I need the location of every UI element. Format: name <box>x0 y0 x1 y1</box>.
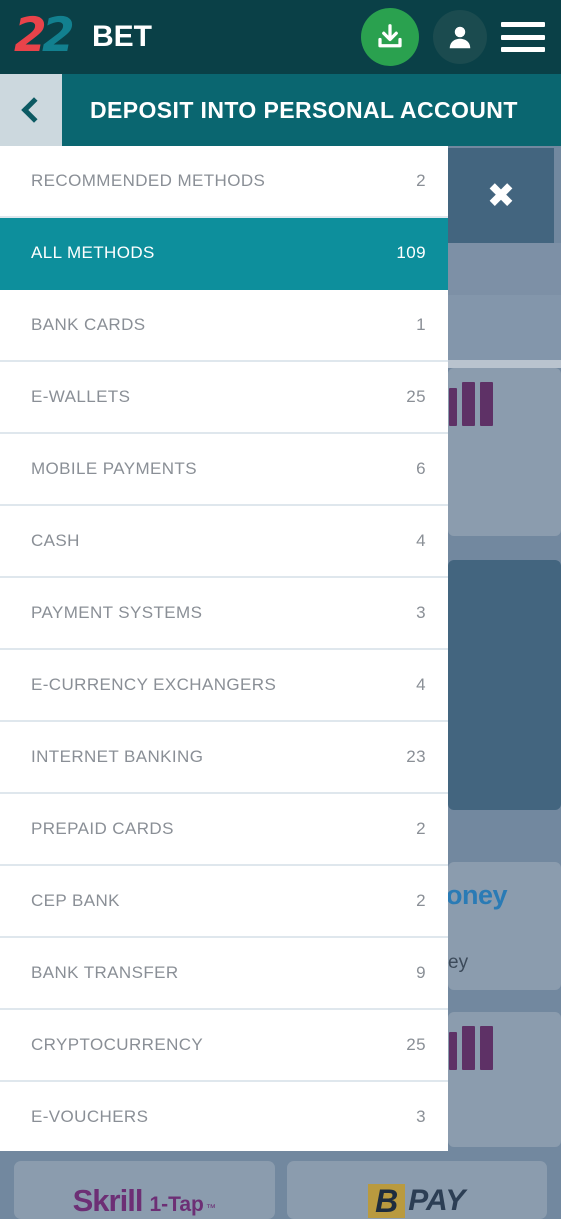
method-label: PAYMENT SYSTEMS <box>31 603 203 622</box>
method-label: BANK TRANSFER <box>31 963 179 982</box>
method-row[interactable]: ALL METHODS 109 <box>0 218 448 290</box>
method-count: 2 <box>416 819 426 838</box>
top-navigation-bar: 2 2 BET <box>0 0 561 74</box>
payment-tile-bpay[interactable]: B PAY <box>286 1161 547 1219</box>
payment-methods-panel[interactable]: RECOMMENDED METHODS 2 ALL METHODS 109 BANK C… <box>0 146 448 1151</box>
account-button[interactable] <box>433 10 487 64</box>
bpay-logo-icon: B PAY <box>368 1184 465 1218</box>
background-payment-card[interactable] <box>448 560 561 810</box>
method-row[interactable]: E-CURRENCY EXCHANGERS 4 <box>0 650 448 722</box>
method-count: 1 <box>416 315 426 334</box>
logo-digit-teal: 2 <box>42 8 75 63</box>
chevron-left-icon <box>21 97 47 123</box>
background-gap <box>448 810 561 862</box>
background-strip <box>448 295 561 360</box>
method-count: 3 <box>416 1107 426 1126</box>
method-row[interactable]: PAYMENT SYSTEMS 3 <box>0 578 448 650</box>
bpay-word: PAY <box>408 1184 466 1217</box>
back-button[interactable] <box>0 74 62 146</box>
method-row[interactable]: CEP BANK 2 <box>0 866 448 938</box>
deposit-button[interactable] <box>361 8 419 66</box>
download-icon <box>378 24 402 48</box>
hamburger-menu-button[interactable] <box>501 20 545 54</box>
skrill-logo-partial-icon <box>449 382 493 426</box>
method-row[interactable]: BANK TRANSFER 9 <box>0 938 448 1010</box>
method-label: ALL METHODS <box>31 243 155 262</box>
method-label: E-VOUCHERS <box>31 1107 149 1126</box>
nav-actions <box>361 8 561 66</box>
person-icon <box>449 26 471 49</box>
background-strip <box>448 243 561 295</box>
trademark-mark: ™ <box>205 1203 216 1214</box>
logo-wordmark: BET <box>92 20 152 53</box>
close-icon: ✖ <box>486 175 516 216</box>
background-close-button[interactable]: ✖ <box>448 148 554 243</box>
method-row[interactable]: INTERNET BANKING 23 <box>0 722 448 794</box>
method-row[interactable]: BANK CARDS 1 <box>0 290 448 362</box>
method-label: RECOMMENDED METHODS <box>31 171 266 190</box>
method-count: 25 <box>406 387 426 406</box>
method-row[interactable]: E-WALLETS 25 <box>0 362 448 434</box>
method-row[interactable]: RECOMMENDED METHODS 2 <box>0 146 448 218</box>
method-label: MOBILE PAYMENTS <box>31 459 197 478</box>
hamburger-line <box>501 47 545 52</box>
method-row[interactable]: CASH 4 <box>0 506 448 578</box>
page-title-bar: DEPOSIT INTO PERSONAL ACCOUNT <box>0 74 561 146</box>
method-count: 2 <box>416 891 426 910</box>
method-count: 25 <box>406 1035 426 1054</box>
background-gap <box>448 536 561 560</box>
method-label: BANK CARDS <box>31 315 146 334</box>
method-label: CEP BANK <box>31 891 120 910</box>
skrill-logo-icon: Skrill 1-Tap ™ <box>73 1183 216 1219</box>
background-partial-label-dark: ey <box>448 952 469 973</box>
method-label: CASH <box>31 531 80 550</box>
method-count: 2 <box>416 171 426 190</box>
method-label: CRYPTOCURRENCY <box>31 1035 204 1054</box>
background-gap <box>448 990 561 1012</box>
method-row[interactable]: MOBILE PAYMENTS 6 <box>0 434 448 506</box>
skrill-logo-partial-icon <box>449 1026 493 1070</box>
skrill-word: Skrill <box>72 1183 144 1218</box>
hamburger-line <box>501 34 545 40</box>
method-row[interactable]: CRYPTOCURRENCY 25 <box>0 1010 448 1082</box>
logo-22-icon: 2 2 <box>14 8 98 63</box>
background-partial-label-blue: oney <box>446 880 508 910</box>
background-payment-tiles: Skrill 1-Tap ™ B PAY <box>0 1161 561 1219</box>
method-label: PREPAID CARDS <box>31 819 174 838</box>
method-count: 4 <box>416 675 426 694</box>
method-row[interactable]: E-VOUCHERS 3 <box>0 1082 448 1151</box>
method-label: E-CURRENCY EXCHANGERS <box>31 675 277 694</box>
method-label: INTERNET BANKING <box>31 747 204 766</box>
background-gap <box>448 1147 561 1161</box>
page-title: DEPOSIT INTO PERSONAL ACCOUNT <box>90 96 518 123</box>
skrill-suffix: 1-Tap <box>149 1193 204 1216</box>
hamburger-line <box>501 22 545 27</box>
payment-tile-skrill[interactable]: Skrill 1-Tap ™ <box>14 1161 275 1219</box>
title-area: DEPOSIT INTO PERSONAL ACCOUNT <box>62 74 561 146</box>
method-count: 6 <box>416 459 426 478</box>
method-count: 109 <box>396 243 426 262</box>
background-strip <box>448 360 561 368</box>
method-count: 23 <box>406 747 426 766</box>
method-count: 9 <box>416 963 426 982</box>
method-label: E-WALLETS <box>31 387 131 406</box>
app-root: ✖ oney ey Skrill 1-Tap ™ B PAY 2 2 BET D… <box>0 0 561 1219</box>
brand-logo[interactable]: 2 2 BET <box>14 8 152 63</box>
method-row[interactable]: PREPAID CARDS 2 <box>0 794 448 866</box>
method-count: 3 <box>416 603 426 622</box>
method-count: 4 <box>416 531 426 550</box>
bpay-b: B <box>368 1184 406 1218</box>
